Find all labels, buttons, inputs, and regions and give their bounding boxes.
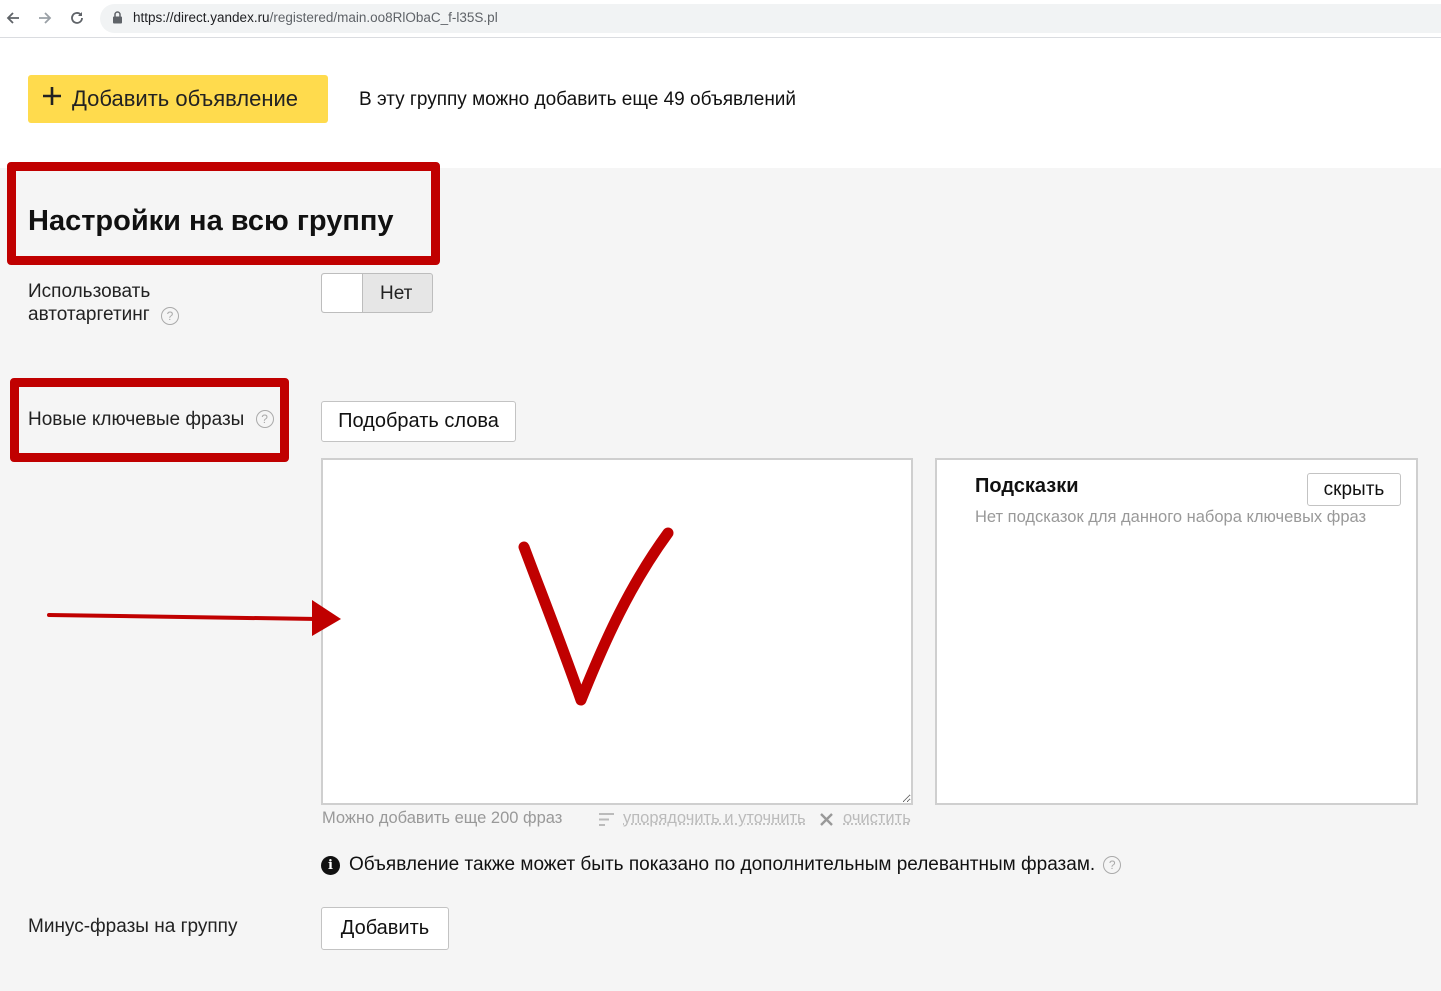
toggle-state-label: Нет [380, 283, 413, 304]
ads-limit-note: В эту группу можно добавить еще 49 объяв… [359, 89, 797, 110]
back-arrow-icon[interactable] [3, 8, 23, 28]
sort-refine-link[interactable]: упорядочить и уточнить [623, 809, 806, 828]
url-path: /registered/main.oo8RlObaC_f-l35S.pl [269, 10, 498, 25]
hints-empty-message: Нет подсказок для данного набора ключевы… [975, 508, 1367, 526]
reload-icon[interactable] [67, 8, 87, 28]
autotargeting-toggle[interactable]: Нет [321, 273, 433, 313]
autotargeting-label-line1: Использовать [28, 281, 151, 302]
info-note: i Объявление также может быть показано п… [321, 854, 1122, 876]
keywords-remaining: Можно добавить еще 200 фраз [322, 809, 563, 827]
help-icon[interactable]: ? [160, 307, 179, 325]
negative-add-label: Добавить [340, 917, 430, 939]
help-icon[interactable]: ? [255, 410, 274, 428]
forward-arrow-icon[interactable] [35, 8, 55, 28]
add-ad-label: Добавить объявление [72, 86, 299, 111]
keywords-label-row: Новые ключевые фразы ? [28, 408, 274, 431]
negative-keywords-label: Минус-фразы на группу [28, 916, 238, 937]
clear-link[interactable]: очистить [843, 809, 911, 828]
hints-title: Подсказки [975, 475, 1079, 497]
keywords-textarea[interactable] [321, 458, 913, 805]
plus-icon [42, 86, 62, 112]
clear-icon[interactable] [819, 812, 834, 832]
hints-hide-button[interactable]: скрыть [1307, 473, 1401, 506]
lock-icon [112, 11, 123, 29]
url-host: https://direct.yandex.ru [133, 10, 270, 25]
autotargeting-label-line2: автотаргетинг [28, 304, 150, 325]
pick-words-button[interactable]: Подобрать слова [321, 401, 516, 442]
help-icon[interactable]: ? [1103, 856, 1122, 874]
url-text: https://direct.yandex.ru/registered/main… [133, 10, 498, 25]
section-title: Настройки на всю группу [28, 205, 394, 237]
toggle-knob[interactable] [322, 274, 363, 312]
autotargeting-label: Использовать автотаргетинг ? [28, 280, 179, 326]
add-ad-button[interactable]: Добавить объявление [28, 75, 328, 123]
negative-add-button[interactable]: Добавить [321, 907, 449, 950]
info-note-text: Объявление также может быть показано по … [349, 854, 1096, 875]
pick-words-label: Подобрать слова [338, 410, 499, 432]
hints-hide-label: скрыть [1323, 478, 1385, 500]
info-icon: i [321, 855, 340, 875]
keywords-label: Новые ключевые фразы [28, 409, 245, 430]
sort-icon [598, 812, 615, 832]
